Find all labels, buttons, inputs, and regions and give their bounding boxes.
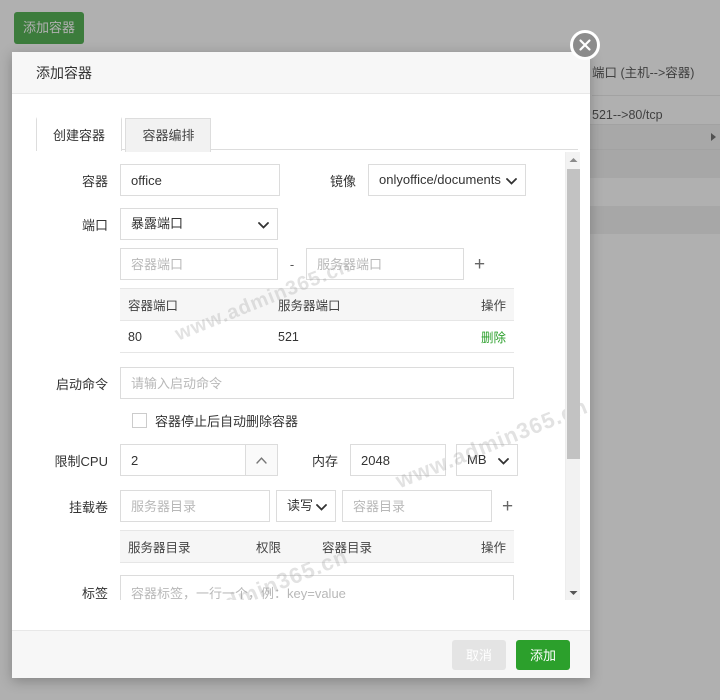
row-port-table: 容器端口 服务器端口 操作 80 521 删除 <box>12 288 590 353</box>
port-label: 端口 <box>81 217 108 233</box>
scrollbar-thumb[interactable] <box>567 169 580 459</box>
image-select[interactable]: onlyoffice/documents <box>368 164 526 196</box>
container-name-input[interactable] <box>120 164 280 196</box>
image-select-value: onlyoffice/documents <box>379 172 501 187</box>
port-row-container-port: 80 <box>120 320 270 353</box>
submit-button[interactable]: 添加 <box>516 639 570 670</box>
add-port-icon[interactable]: + <box>474 255 485 274</box>
memory-input[interactable] <box>350 444 446 476</box>
row-port-mode: 端口 暴露端口 <box>12 208 590 240</box>
start-command-input[interactable] <box>120 367 514 399</box>
port-mode-select[interactable]: 暴露端口 <box>120 208 278 240</box>
dialog-scrollbar[interactable] <box>565 152 580 600</box>
volume-mapping-table: 服务器目录 权限 容器目录 操作 <box>120 530 514 563</box>
scrollbar-down-icon[interactable] <box>566 585 581 600</box>
row-start-command: 启动命令 <box>12 367 590 399</box>
dialog-tabs: 创建容器 容器编排 <box>36 116 578 152</box>
caret-up-icon[interactable] <box>246 444 278 476</box>
container-form: 容器 镜像 onlyoffice/documents 端口 暴露端口 <box>12 150 590 600</box>
volume-permission-select[interactable]: 读写 <box>276 490 336 522</box>
port-table-th-action: 操作 <box>420 288 514 321</box>
memory-unit-select[interactable]: MB <box>456 444 518 476</box>
row-port-inputs: - + <box>12 248 590 280</box>
cpu-limit-label: 限制CPU <box>54 453 108 469</box>
cancel-button[interactable]: 取消 <box>452 639 506 670</box>
container-port-input[interactable] <box>120 248 278 280</box>
auto-remove-checkbox[interactable] <box>132 413 147 428</box>
app-root: 添加容器 端口 (主机-->容器) 521-->80/tcp 添加容器 创建容器… <box>0 0 720 700</box>
chevron-down-icon <box>316 504 327 511</box>
memory-label: 内存 <box>311 453 338 469</box>
volume-table-th-container: 容器目录 <box>314 530 444 563</box>
port-table-header-row: 容器端口 服务器端口 操作 <box>120 288 514 321</box>
image-label: 镜像 <box>329 173 356 189</box>
volumes-label: 挂载卷 <box>68 499 108 515</box>
start-command-label: 启动命令 <box>55 376 108 392</box>
delete-port-link[interactable]: 删除 <box>481 331 506 345</box>
labels-label: 标签 <box>81 586 108 600</box>
container-name-label: 容器 <box>81 173 108 189</box>
tab-container-compose[interactable]: 容器编排 <box>125 118 212 152</box>
port-row-server-port: 521 <box>270 320 420 353</box>
port-mode-value: 暴露端口 <box>131 216 184 231</box>
row-volumes: 挂载卷 读写 + <box>12 490 590 522</box>
volume-table-th-permission: 权限 <box>248 530 314 563</box>
close-icon[interactable] <box>570 30 600 60</box>
volume-container-dir-input[interactable] <box>342 490 492 522</box>
chevron-down-icon <box>498 458 509 465</box>
port-table-th-container: 容器端口 <box>120 288 270 321</box>
add-container-dialog: 添加容器 创建容器 容器编排 容器 镜像 onlyoffice/document… <box>12 30 600 678</box>
port-separator: - <box>289 256 295 272</box>
row-cpu-memory: 限制CPU 内存 MB <box>12 444 590 476</box>
volume-table-th-server: 服务器目录 <box>120 530 248 563</box>
labels-textarea[interactable] <box>120 575 514 600</box>
dialog-header: 添加容器 <box>12 52 590 94</box>
dialog-title: 添加容器 <box>36 64 92 81</box>
dialog-body: 容器 镜像 onlyoffice/documents 端口 暴露端口 <box>12 150 590 600</box>
tab-create-container[interactable]: 创建容器 <box>36 117 123 152</box>
row-container-name: 容器 镜像 onlyoffice/documents <box>12 164 590 196</box>
volume-table-header-row: 服务器目录 权限 容器目录 操作 <box>120 530 514 563</box>
chevron-down-icon <box>506 178 517 185</box>
server-port-input[interactable] <box>306 248 464 280</box>
row-labels: 标签 <box>12 575 590 600</box>
memory-unit-value: MB <box>467 452 487 467</box>
scrollbar-up-icon[interactable] <box>566 152 581 167</box>
volume-permission-value: 读写 <box>287 498 314 513</box>
port-table-th-server: 服务器端口 <box>270 288 420 321</box>
volume-server-dir-input[interactable] <box>120 490 270 522</box>
row-volumes-table: 服务器目录 权限 容器目录 操作 <box>12 530 590 563</box>
add-volume-icon[interactable]: + <box>502 497 513 516</box>
auto-remove-label[interactable]: 容器停止后自动删除容器 <box>155 411 298 430</box>
row-auto-remove: 容器停止后自动删除容器 <box>132 411 590 430</box>
cpu-limit-input[interactable] <box>120 444 246 476</box>
port-mapping-table: 容器端口 服务器端口 操作 80 521 删除 <box>120 288 514 353</box>
chevron-down-icon <box>258 222 269 229</box>
table-row: 80 521 删除 <box>120 320 514 353</box>
volume-table-th-action: 操作 <box>444 530 514 563</box>
dialog-footer: 取消 添加 <box>12 630 590 678</box>
